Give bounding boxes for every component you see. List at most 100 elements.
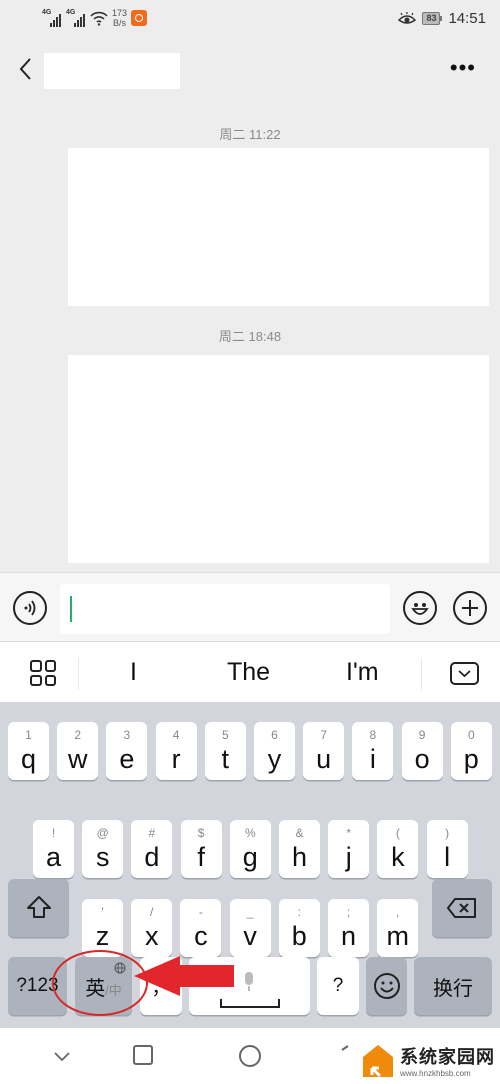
key-secondary-label: _ — [246, 905, 254, 919]
key-secondary-label: ( — [395, 826, 400, 840]
key-e[interactable]: 3e — [106, 722, 148, 780]
network-type: 4G — [42, 9, 52, 16]
emoji-icon — [411, 603, 429, 615]
comma-key[interactable]: ， — [140, 957, 182, 1015]
microphone-icon — [245, 972, 253, 991]
chat-header: ••• — [0, 40, 500, 100]
speed-unit: B/s — [113, 18, 127, 28]
key-secondary-label: ' — [101, 905, 104, 919]
back-triangle-icon[interactable] — [340, 1044, 352, 1058]
emoji-button[interactable] — [403, 591, 437, 625]
key-secondary-label: ) — [445, 826, 450, 840]
key-a[interactable]: ! a — [33, 820, 74, 878]
enter-key[interactable]: 换行 — [414, 957, 492, 1015]
key-secondary-label: # — [148, 826, 156, 840]
key-secondary-label: @ — [96, 826, 109, 840]
symbols-key-label: ?123 — [16, 975, 59, 996]
watermark-house-logo-icon — [363, 1044, 393, 1077]
app-notification-icon — [131, 10, 148, 26]
space-key[interactable] — [189, 957, 310, 1015]
key-c[interactable]: -c — [180, 899, 222, 957]
key-primary-label: b — [291, 921, 307, 951]
clock: 14:51 — [448, 10, 486, 27]
key-k[interactable]: (k — [377, 820, 419, 878]
voice-button[interactable] — [13, 591, 47, 625]
key-secondary-label: 0 — [467, 728, 475, 742]
key-primary-label: w — [67, 744, 88, 774]
key-f[interactable]: $ f — [180, 820, 222, 878]
back-button[interactable] — [14, 54, 38, 84]
key-secondary-label: 4 — [172, 728, 180, 742]
key-y[interactable]: 6y — [254, 722, 295, 780]
key-primary-label: f — [197, 842, 205, 872]
suggestion-item[interactable]: I — [130, 658, 137, 687]
key-l[interactable]: ) l — [426, 820, 468, 878]
key-secondary-label: 7 — [320, 728, 328, 742]
key-z[interactable]: ' z — [82, 899, 123, 957]
key-primary-label: n — [340, 921, 357, 951]
key-i[interactable]: 8i — [352, 722, 394, 780]
home-icon[interactable] — [238, 1044, 262, 1068]
key-o[interactable]: 9o — [401, 722, 443, 780]
symbols-key[interactable]: ?123 — [8, 957, 67, 1015]
message-bubble[interactable] — [68, 355, 489, 563]
cellular-signal-icon: 4G — [42, 9, 62, 27]
recent-apps-icon[interactable] — [132, 1044, 154, 1066]
key-x[interactable]: / x — [131, 899, 173, 957]
voice-icon — [24, 600, 36, 616]
key-m[interactable]: ,m — [377, 899, 419, 957]
question-mark-key[interactable]: ? — [317, 957, 359, 1015]
key-v[interactable]: _ v — [229, 899, 271, 957]
key-q[interactable]: 1q — [8, 722, 49, 780]
key-primary-label: z — [95, 921, 110, 951]
enter-key-label: 换行 — [433, 977, 473, 1000]
battery-level: 83 — [422, 12, 441, 25]
shift-key[interactable] — [8, 879, 69, 937]
key-p[interactable]: 0p — [450, 722, 492, 780]
key-secondary-label: ; — [346, 905, 351, 919]
smiley-icon — [373, 973, 400, 999]
key-secondary-label: / — [150, 905, 154, 919]
chat-messages[interactable]: 周二 11:22 周二 18:48 — [0, 100, 500, 572]
keyboard-menu-grid-icon[interactable] — [30, 660, 56, 686]
question-key-label: ? — [332, 975, 344, 996]
more-functions-button[interactable] — [453, 591, 487, 625]
watermark: 系统家园网 www.hnzkhbsb.com — [362, 1043, 495, 1078]
key-w[interactable]: 2w — [57, 722, 99, 780]
key-primary-label: a — [45, 842, 62, 872]
hide-keyboard-button[interactable] — [450, 662, 479, 685]
speed-value: 173 — [112, 8, 128, 18]
emoji-key[interactable] — [366, 957, 407, 1015]
key-secondary-label: 3 — [123, 728, 131, 742]
key-r[interactable]: 4r — [155, 722, 197, 780]
key-s[interactable]: @ s — [82, 820, 124, 878]
hide-keyboard-chevron-icon[interactable] — [52, 1050, 72, 1064]
message-timestamp: 周二 18:48 — [218, 329, 282, 344]
suggestion-item[interactable]: The — [227, 658, 270, 687]
key-primary-label: c — [194, 921, 208, 951]
plus-icon — [462, 600, 478, 616]
key-g[interactable]: % g — [229, 820, 271, 878]
key-primary-label: q — [20, 744, 37, 774]
text-cursor — [70, 596, 72, 622]
key-u[interactable]: 7u — [303, 722, 345, 780]
status-bar: 4G 4G 173 B/s 83 14:51 — [0, 0, 500, 40]
message-bubble[interactable] — [68, 148, 489, 306]
more-options-button[interactable]: ••• — [450, 57, 476, 79]
suggestion-item[interactable]: I'm — [346, 658, 379, 687]
key-primary-label: v — [243, 921, 257, 951]
key-n[interactable]: ; n — [328, 899, 369, 957]
key-d[interactable]: # d — [131, 820, 173, 878]
battery-icon: 83 — [422, 12, 443, 25]
key-primary-label: k — [391, 842, 405, 872]
key-b[interactable]: :b — [278, 899, 320, 957]
message-input[interactable] — [60, 584, 390, 634]
key-primary-label: r — [171, 744, 181, 774]
soft-keyboard: 1q2w3e4r5t6y7u8i9o0p ! a @ s # d $ f% g & h * j(k) l … — [0, 702, 500, 1028]
key-j[interactable]: * j — [328, 820, 370, 878]
key-t[interactable]: 5t — [204, 722, 246, 780]
language-secondary: /中 — [105, 982, 122, 998]
backspace-key[interactable] — [432, 879, 492, 937]
language-switch-key[interactable]: 英/中 — [75, 957, 132, 1015]
key-h[interactable]: & h — [279, 820, 320, 878]
